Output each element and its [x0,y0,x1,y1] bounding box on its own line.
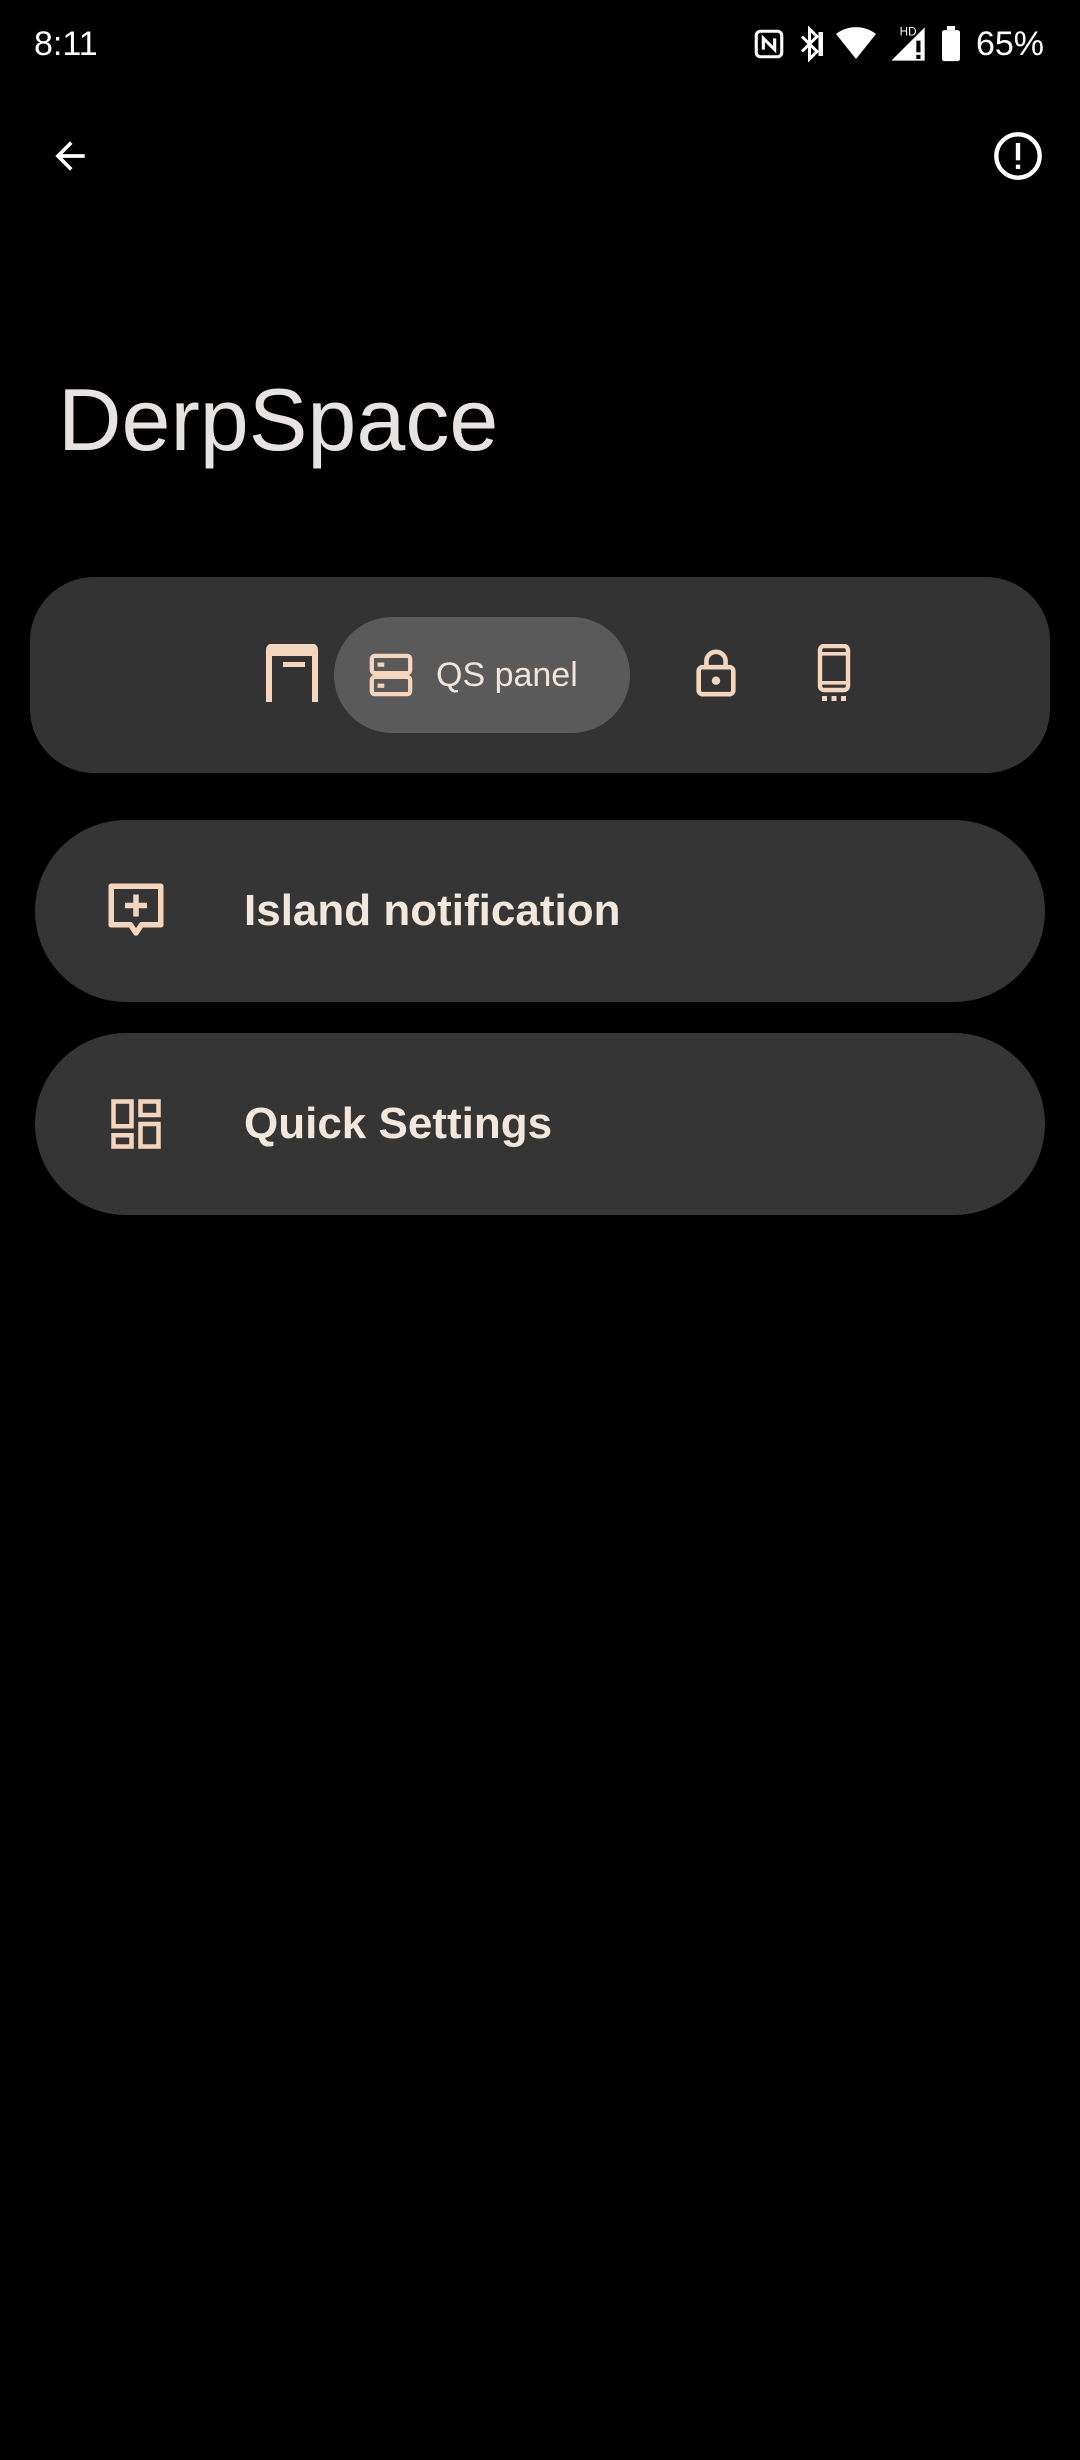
info-alert-icon [992,130,1044,187]
segment-qs-panel-label: QS panel [436,655,578,694]
status-time: 8:11 [34,25,98,63]
qs-panel-icon [368,652,414,698]
segment-lockscreen-button[interactable] [676,635,756,715]
segment-device-button[interactable] [794,635,874,715]
message-add-icon [91,866,181,956]
wifi-icon [835,27,876,61]
bluetooth-icon [798,26,824,62]
status-bar: 8:11 HD 65% [0,0,1080,90]
segmented-selector: QS panel [30,577,1050,773]
island-notification-label: Island notification [244,886,621,935]
statusbar-icon [265,642,319,707]
phone-icon [814,643,854,707]
dashboard-icon [91,1079,181,1169]
battery-percent: 65% [975,25,1044,63]
svg-text:HD: HD [900,26,917,39]
back-arrow-icon [48,134,92,183]
segment-statusbar-button[interactable] [256,635,328,715]
top-app-bar [0,110,1080,206]
page-title: DerpSpace [58,370,499,469]
battery-icon [940,26,962,62]
quick-settings-item[interactable]: Quick Settings [35,1033,1045,1215]
quick-settings-label: Quick Settings [244,1099,553,1148]
status-icons: HD 65% [752,20,1044,68]
back-button[interactable] [28,110,112,206]
lock-icon [693,648,739,703]
island-notification-item[interactable]: Island notification [35,820,1045,1002]
nfc-icon [752,27,786,61]
signal-icon: HD [888,24,928,64]
segment-qs-panel-button[interactable]: QS panel [334,617,630,733]
info-button[interactable] [976,110,1060,206]
